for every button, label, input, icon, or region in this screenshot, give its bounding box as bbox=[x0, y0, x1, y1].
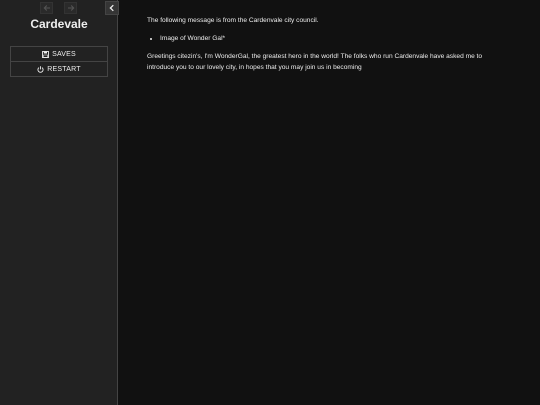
passage-list: Image of Wonder Gal* bbox=[147, 33, 507, 44]
restart-label: RESTART bbox=[47, 65, 81, 73]
history-forward-button[interactable] bbox=[64, 2, 77, 14]
history-controls bbox=[40, 2, 77, 14]
passage-content: The following message is from the Carden… bbox=[147, 15, 507, 73]
saves-button[interactable]: SAVES bbox=[11, 47, 107, 61]
power-icon bbox=[37, 65, 44, 73]
history-back-button[interactable] bbox=[40, 2, 53, 14]
restart-button[interactable]: RESTART bbox=[11, 61, 107, 76]
chevron-left-icon bbox=[109, 4, 114, 12]
floppy-disk-icon bbox=[42, 50, 50, 58]
sidebar: Cardevale SAVES RESTART bbox=[0, 0, 119, 405]
list-item: Image of Wonder Gal* bbox=[160, 33, 507, 44]
menu-core: SAVES RESTART bbox=[10, 46, 108, 77]
passage-intro: The following message is from the Carden… bbox=[147, 17, 319, 24]
story-title: Cardevale bbox=[30, 17, 88, 31]
saves-label: SAVES bbox=[52, 50, 76, 58]
arrow-right-icon bbox=[67, 5, 74, 11]
passage-greeting: Greetings citezin's, I'm WonderGal, the … bbox=[147, 53, 483, 71]
sidebar-toggle-button[interactable] bbox=[105, 1, 119, 15]
arrow-left-icon bbox=[43, 5, 50, 11]
